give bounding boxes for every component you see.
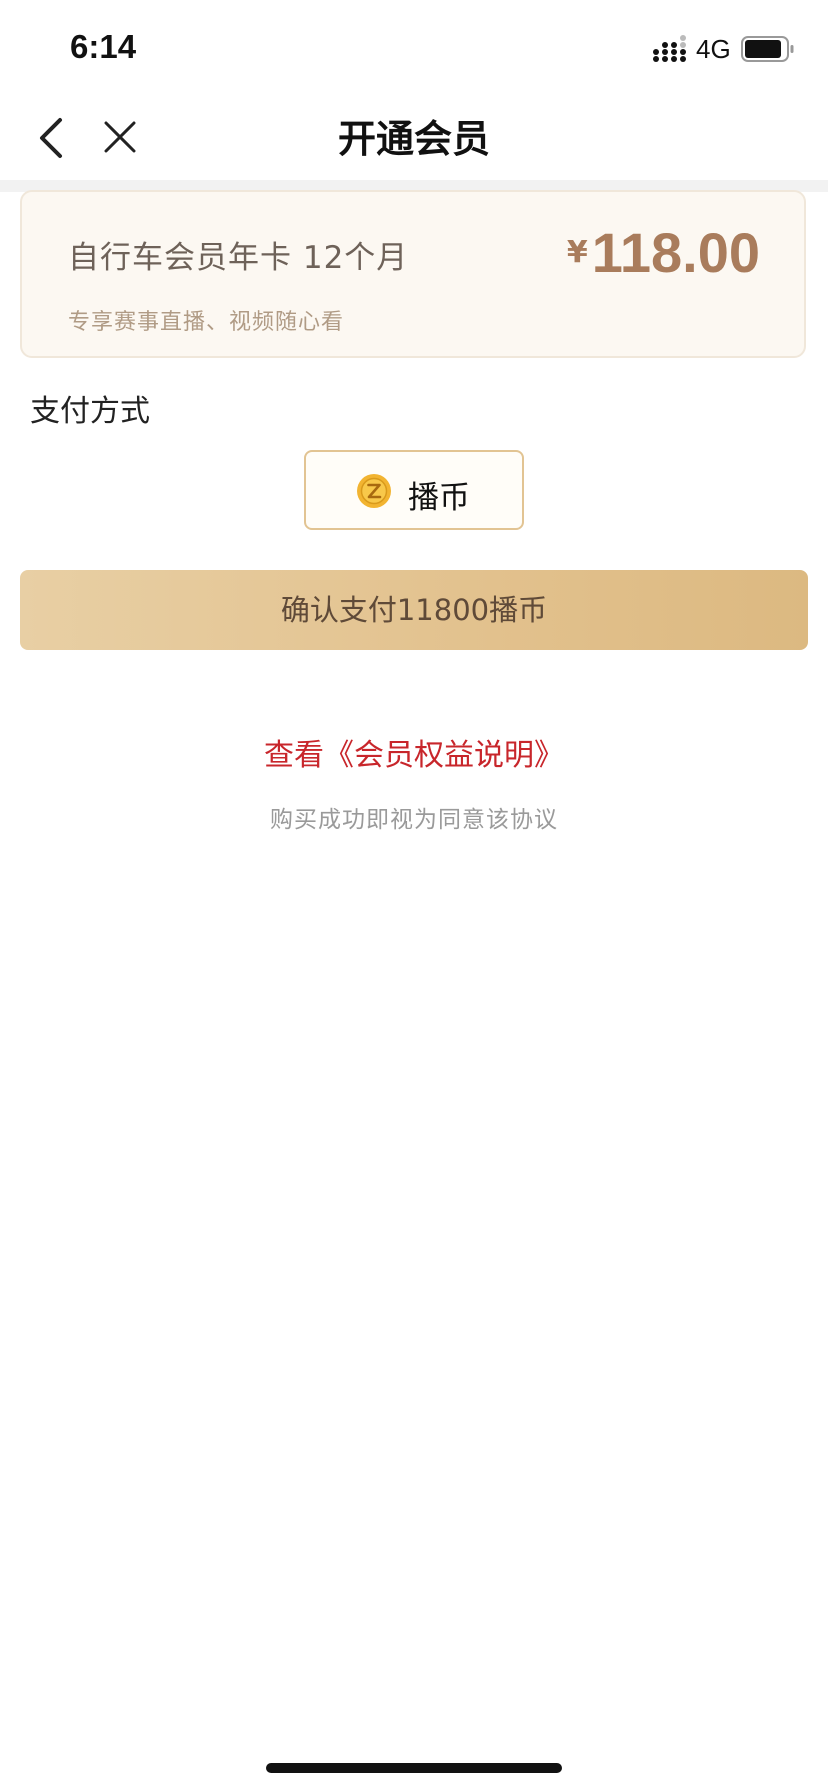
price-currency: ¥ [566, 235, 588, 270]
payment-method-label: 支付方式 [30, 394, 150, 429]
confirm-payment-button[interactable]: 确认支付11800播币 [20, 570, 808, 650]
status-bar: 6:14 4G [0, 0, 828, 96]
page-title: 开通会员 [337, 117, 490, 161]
payment-option-label: 播币 [408, 480, 470, 516]
product-description: 专享赛事直播、视频随心看 [68, 310, 345, 335]
network-label: 4G [696, 34, 731, 64]
price-value: 118.00 [591, 221, 760, 284]
product-name: 自行车会员年卡 12个月 [68, 240, 409, 276]
home-indicator[interactable] [266, 1763, 562, 1773]
membership-benefits-link[interactable]: 查看《会员权益说明》 [0, 730, 828, 774]
nav-bar: 开通会员 [0, 96, 828, 180]
product-price: ¥118.00 [567, 220, 760, 285]
payment-option-coin[interactable]: 播币 [304, 450, 524, 530]
coin-icon [357, 474, 391, 508]
status-time: 6:14 [70, 28, 137, 65]
agreement-note: 购买成功即视为同意该协议 [270, 807, 558, 833]
battery-icon [741, 36, 794, 62]
cellular-signal-icon [653, 35, 686, 62]
screen: 6:14 4G 开通会员 自行车会员年卡 12个月 专享赛事直播、视频随心看 ¥… [0, 0, 828, 1792]
membership-product-card: 自行车会员年卡 12个月 专享赛事直播、视频随心看 ¥118.00 [20, 190, 806, 358]
